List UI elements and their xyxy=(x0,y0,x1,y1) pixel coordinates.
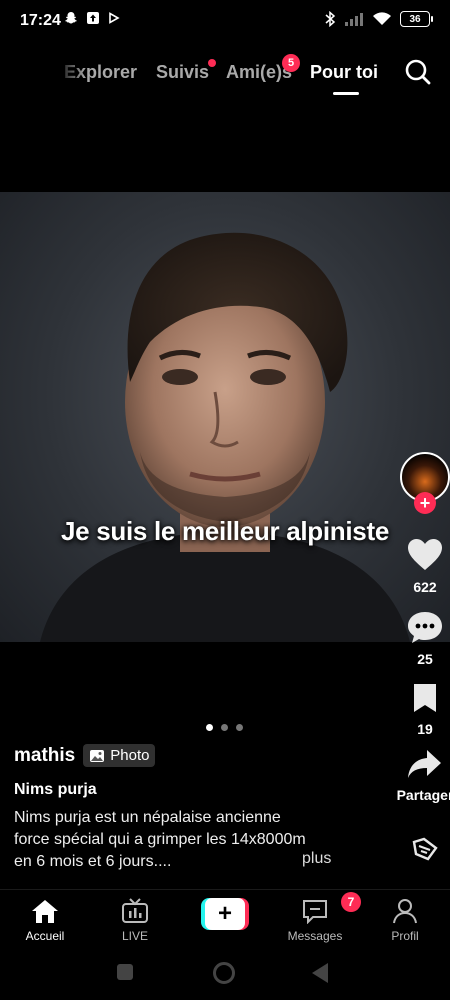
system-nav xyxy=(0,948,450,1000)
nav-home-label: Accueil xyxy=(25,929,65,943)
active-tab-indicator xyxy=(333,92,359,95)
nav-home[interactable]: Accueil xyxy=(10,898,80,943)
bookmark-icon[interactable] xyxy=(411,682,439,714)
comment-count: 25 xyxy=(417,651,433,667)
comment-button[interactable]: 25 xyxy=(380,610,450,667)
share-label: Partager xyxy=(396,787,450,803)
follow-plus-icon[interactable]: + xyxy=(414,492,436,514)
carousel-dot-1[interactable] xyxy=(206,724,213,731)
save-button[interactable]: 19 xyxy=(380,682,450,737)
like-button[interactable]: 622 xyxy=(380,538,450,595)
username-row: mathis Photo xyxy=(14,744,374,767)
recent-apps-button[interactable] xyxy=(117,964,133,980)
bottom-nav: Accueil LIVE + 7 Messages Profil xyxy=(0,889,450,947)
signal-icon xyxy=(345,13,363,26)
search-icon[interactable] xyxy=(404,58,432,86)
play-icon xyxy=(109,12,120,24)
home-icon[interactable] xyxy=(31,898,59,924)
more-link[interactable]: plus xyxy=(302,850,331,868)
post-description: mathis Photo Nims purja Nims purja est u… xyxy=(14,744,374,873)
like-count: 622 xyxy=(413,579,437,595)
plus-icon[interactable]: + xyxy=(205,898,245,930)
save-count: 19 xyxy=(417,721,433,737)
comment-icon[interactable] xyxy=(407,610,443,644)
status-right-icons: 36 xyxy=(324,11,433,27)
status-bar: 17:24 36 xyxy=(0,0,450,44)
nav-messages-label: Messages xyxy=(287,929,343,943)
nav-profile-label: Profil xyxy=(391,929,419,943)
messages-icon-wrap: 7 xyxy=(301,892,361,927)
carousel-dot-2[interactable] xyxy=(221,724,228,731)
nav-live[interactable]: LIVE xyxy=(100,898,170,943)
photo-tag: Photo xyxy=(83,744,156,767)
bluetooth-icon xyxy=(325,11,336,27)
messages-badge: 7 xyxy=(341,892,361,912)
wifi-icon xyxy=(373,12,391,25)
post-title: Nims purja xyxy=(14,781,97,798)
message-icon[interactable] xyxy=(301,898,329,925)
status-left-icons xyxy=(64,11,120,25)
nav-live-label: LIVE xyxy=(121,929,148,943)
battery-icon: 36 xyxy=(400,11,433,27)
suivis-notification-dot xyxy=(208,59,216,67)
username[interactable]: mathis xyxy=(14,745,75,767)
effect-button[interactable] xyxy=(380,836,450,867)
upload-icon xyxy=(87,12,99,24)
tab-pour-toi[interactable]: Pour toi xyxy=(310,62,378,83)
photo-tag-label: Photo xyxy=(110,747,150,764)
share-button[interactable]: Partager xyxy=(380,748,450,803)
tab-suivis[interactable]: Suivis xyxy=(156,62,209,83)
tv-icon[interactable] xyxy=(121,898,149,924)
tab-fade xyxy=(56,58,86,88)
create-button[interactable]: + xyxy=(201,898,249,930)
status-time: 17:24 xyxy=(20,12,61,29)
snapchat-icon xyxy=(65,12,77,24)
creator-avatar-wrap[interactable]: + xyxy=(400,452,450,514)
post-text: Nims purja est un népalaise ancienne for… xyxy=(14,809,306,870)
top-nav: Explorer Suivis Ami(e)s 5 Pour toi xyxy=(0,50,450,100)
carousel-dots xyxy=(206,724,243,731)
share-arrow-icon[interactable] xyxy=(407,748,443,780)
effect-icon[interactable] xyxy=(410,836,440,862)
nav-profile[interactable]: Profil xyxy=(370,898,440,943)
heart-icon[interactable] xyxy=(407,538,443,572)
nav-messages[interactable]: 7 Messages xyxy=(280,892,361,943)
profile-icon[interactable] xyxy=(391,898,419,924)
carousel-dot-3[interactable] xyxy=(236,724,243,731)
amis-badge: 5 xyxy=(282,54,300,72)
image-icon xyxy=(90,749,105,762)
home-system-button[interactable] xyxy=(213,962,235,984)
back-button[interactable] xyxy=(312,963,328,983)
